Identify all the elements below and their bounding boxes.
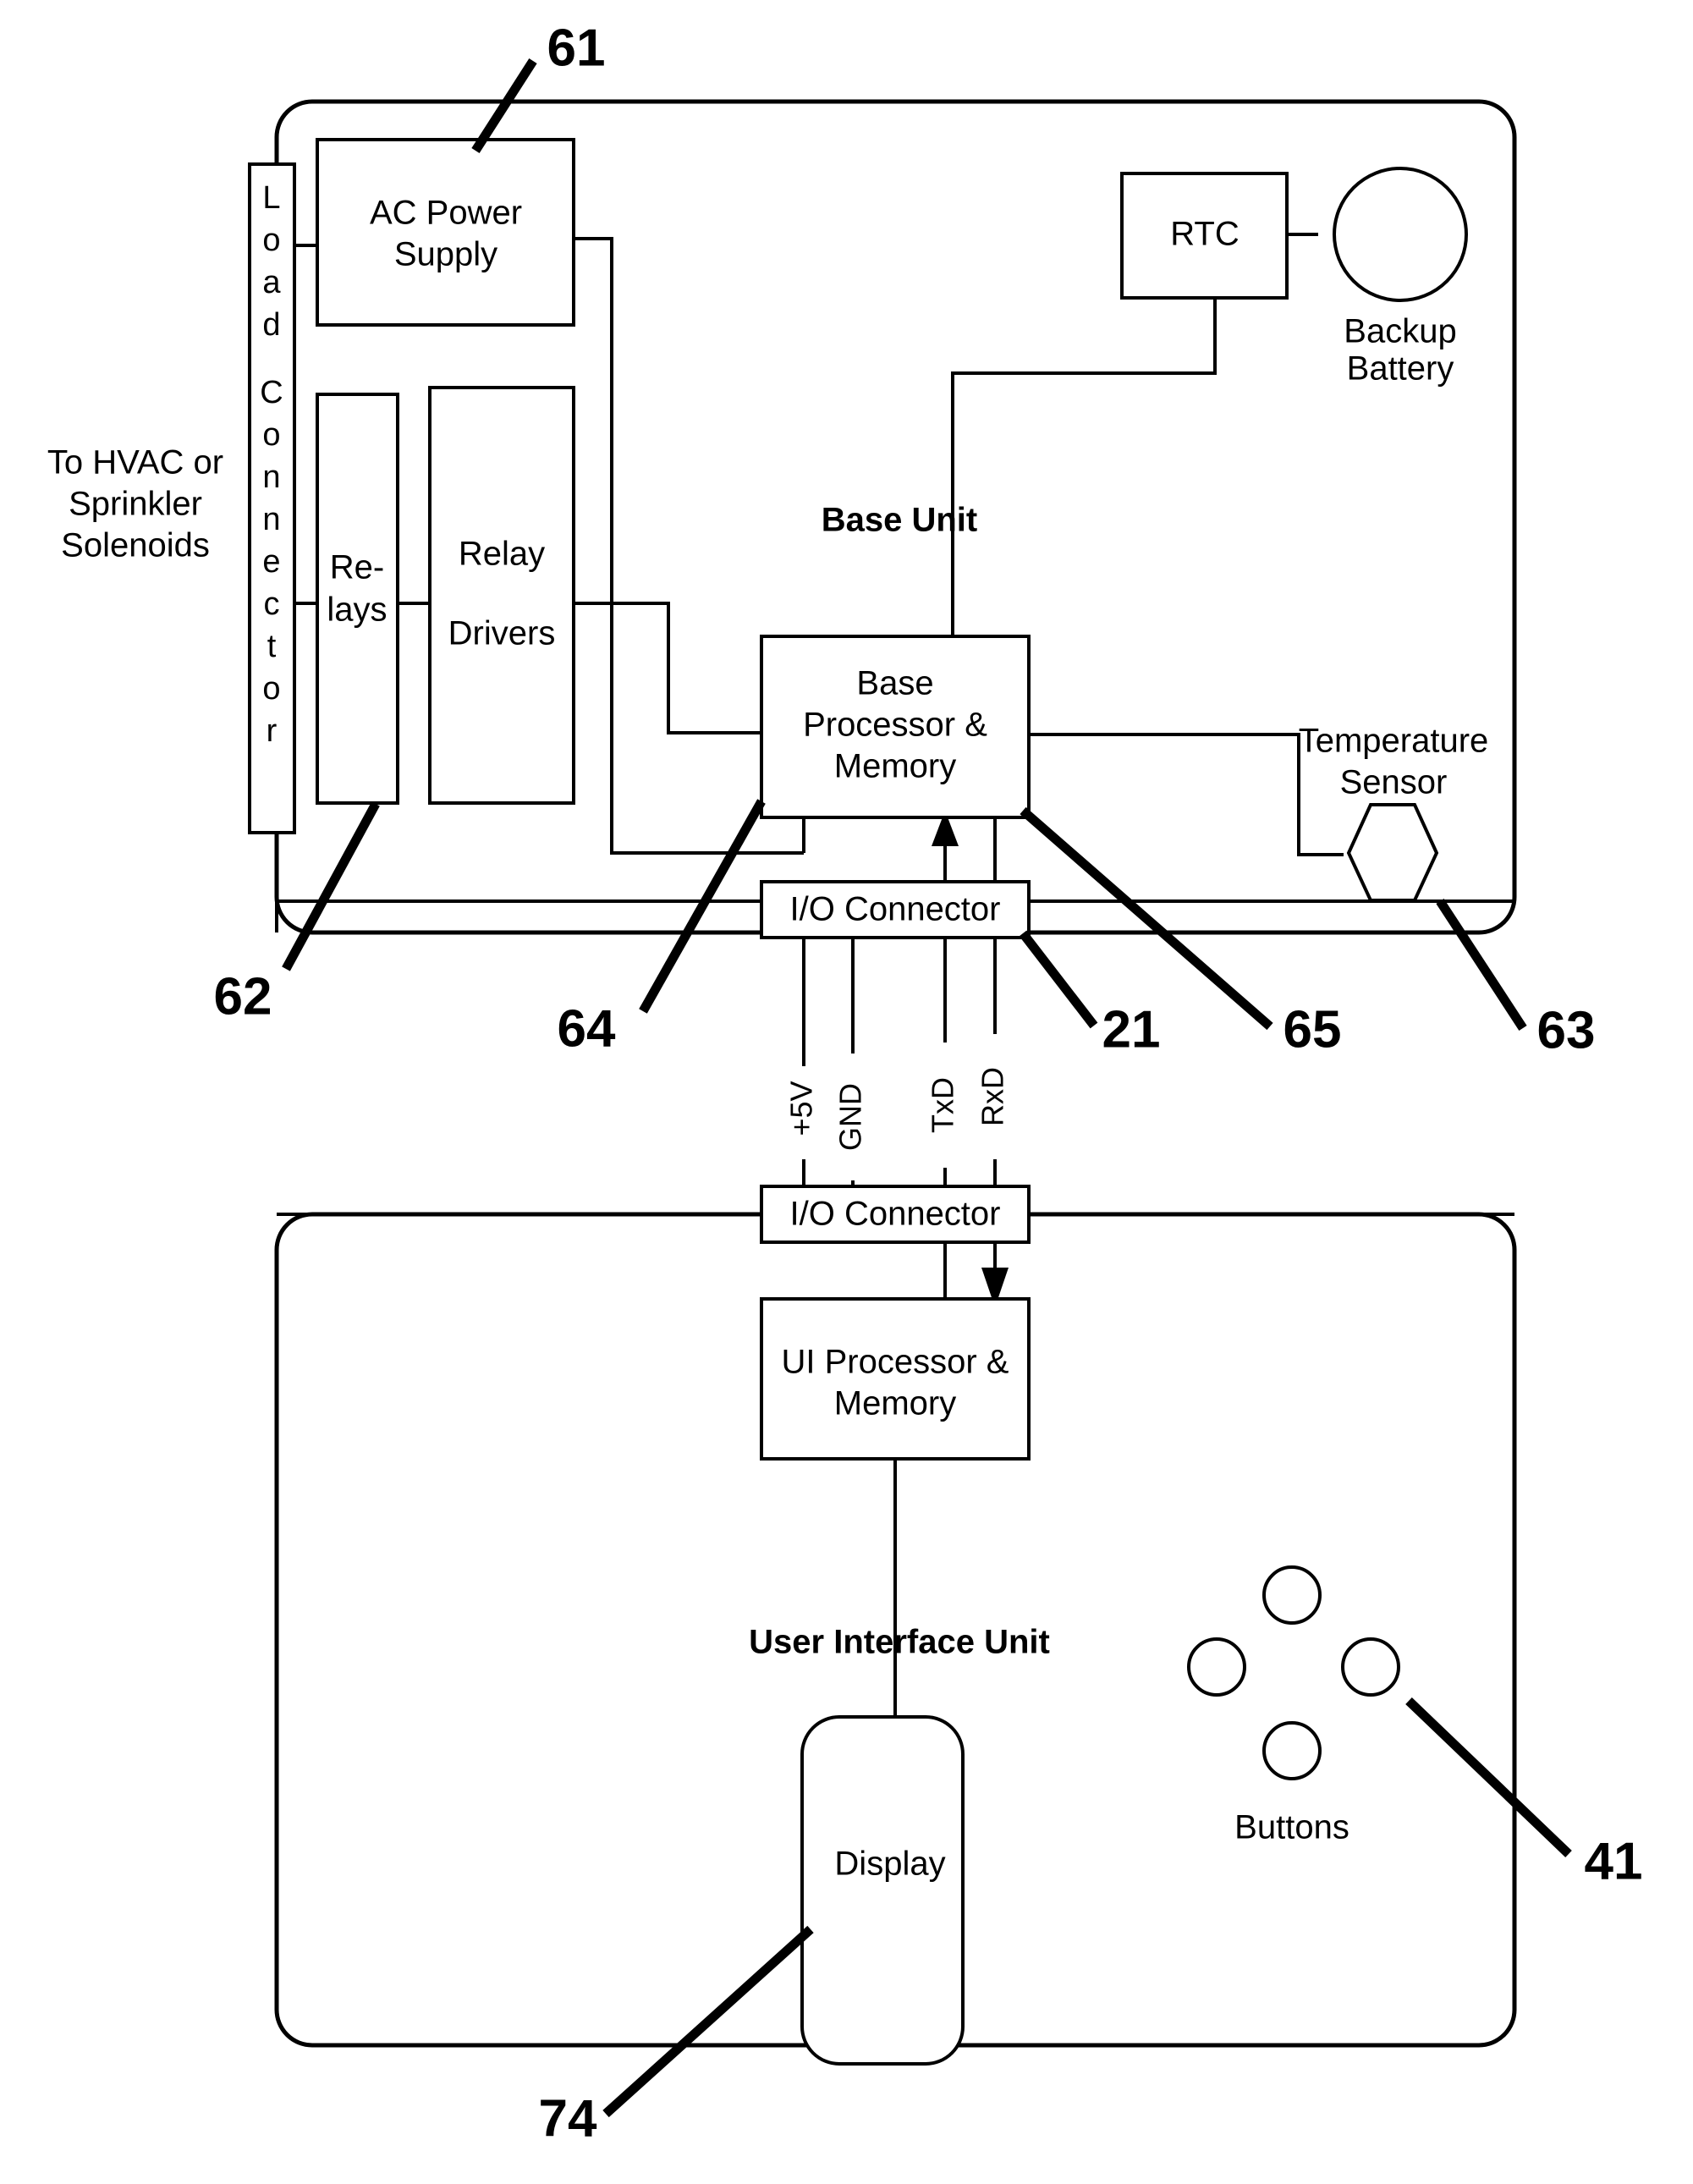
load-connector-letter-13: r (267, 713, 278, 749)
button-left[interactable] (1187, 1637, 1246, 1697)
leader-line-65 (1020, 806, 1273, 1031)
load-connector-letter-6: o (262, 417, 280, 453)
base-io-connector-label: I/O Connector (789, 891, 1000, 928)
hvac-note-line3: Solenoids (61, 527, 210, 564)
ui-processor-label-line2: Memory (834, 1385, 956, 1422)
rtc-label: RTC (1170, 216, 1239, 253)
block-diagram-figure: L o a d C o n n e c t o r AC Power Suppl… (47, 19, 1643, 2148)
reference-numeral-64: 64 (558, 999, 616, 1058)
temperature-sensor-label-line1: Temperature (1299, 723, 1489, 760)
load-connector-letter-11: t (267, 629, 277, 664)
button-down[interactable] (1262, 1721, 1322, 1780)
signal-label-gnd: GND (833, 1083, 868, 1151)
base-unit-caption: Base Unit (822, 502, 978, 539)
ac-power-supply-label-line2: Supply (394, 236, 497, 273)
load-connector-letter-0: L (262, 180, 280, 216)
backup-battery-label-line1: Backup (1344, 313, 1456, 350)
button-right[interactable] (1341, 1637, 1400, 1697)
leader-line-64 (639, 799, 766, 1014)
load-connector-letter-3: d (262, 307, 280, 343)
reference-numeral-21: 21 (1102, 1000, 1161, 1059)
signal-label-5v: +5V (784, 1081, 819, 1136)
relays-label-line2: lays (327, 591, 387, 629)
load-connector-letter-2: a (262, 265, 281, 300)
load-connector-letter-8: n (262, 502, 280, 537)
load-connector-letter-5: C (260, 375, 283, 410)
relays-label-line1: Re- (330, 549, 384, 586)
base-processor-label-line2: Processor & (803, 707, 987, 744)
temperature-sensor-symbol (1346, 803, 1439, 902)
wire-rtc-to-baseproc (951, 298, 1217, 636)
backup-battery-label-line2: Battery (1347, 350, 1454, 388)
relay-drivers-block (428, 386, 575, 805)
relay-drivers-label-line1: Relay (459, 536, 545, 573)
base-processor-label-line1: Base (856, 665, 933, 702)
display-block (800, 1715, 965, 2066)
ui-io-connector-label: I/O Connector (789, 1196, 1000, 1233)
base-processor-label-line3: Memory (834, 748, 956, 785)
reference-numeral-65: 65 (1283, 1000, 1342, 1059)
load-connector-letter-1: o (262, 223, 280, 258)
ac-power-supply-block (316, 138, 575, 327)
leader-line-74 (602, 1925, 814, 2118)
load-connector-letter-12: o (262, 671, 280, 707)
buttons-label: Buttons (1234, 1809, 1349, 1846)
user-interface-unit-caption: User Interface Unit (749, 1624, 1050, 1661)
display-label: Display (834, 1846, 945, 1883)
ui-processor-label-line1: UI Processor & (782, 1344, 1009, 1381)
leader-line-62 (282, 801, 380, 971)
leader-line-21 (1019, 930, 1098, 1029)
ac-power-supply-label-line1: AC Power (370, 195, 522, 232)
reference-numeral-74: 74 (539, 2089, 597, 2148)
reference-numeral-41: 41 (1585, 1832, 1643, 1890)
backup-battery-symbol (1333, 167, 1468, 302)
hvac-note-line2: Sprinkler (69, 486, 202, 523)
reference-numeral-63: 63 (1537, 1001, 1596, 1059)
relay-drivers-label-line2: Drivers (448, 615, 556, 652)
leader-line-61 (471, 58, 537, 153)
hvac-note-line1: To HVAC or (47, 444, 223, 481)
leader-line-63 (1436, 898, 1527, 1031)
signal-label-rxd: RxD (976, 1067, 1010, 1126)
reference-numeral-62: 62 (214, 967, 272, 1026)
signal-label-txd: TxD (926, 1077, 960, 1133)
temperature-sensor-label-line2: Sensor (1340, 764, 1448, 801)
load-connector-letter-7: n (262, 459, 280, 495)
button-up[interactable] (1262, 1565, 1322, 1625)
load-connector-letter-10: c (264, 586, 280, 622)
load-connector-letter-9: e (262, 544, 280, 580)
leader-line-41 (1405, 1697, 1572, 1857)
wire-baseproc-to-tempsensor (1029, 733, 1344, 856)
wire-relaydrivers-to-baseproc (574, 602, 761, 734)
reference-numeral-61: 61 (547, 19, 606, 77)
